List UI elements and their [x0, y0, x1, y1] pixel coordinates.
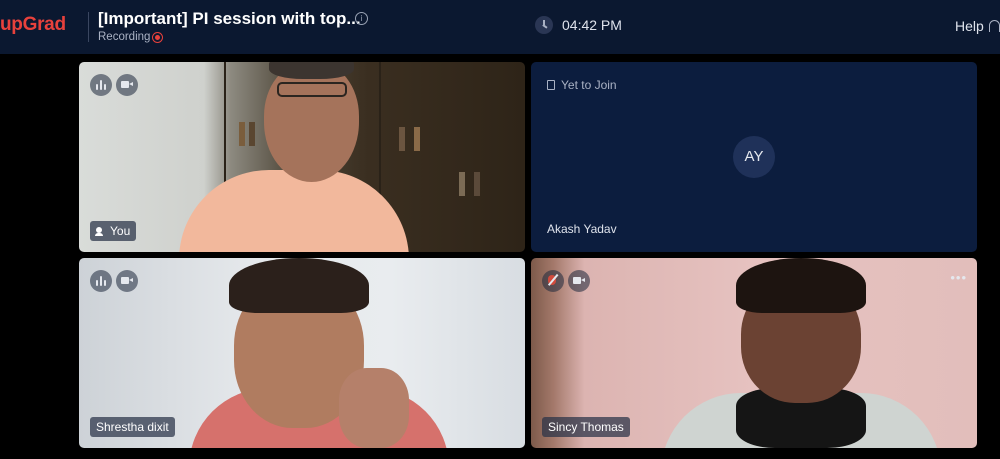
audio-level-icon[interactable] — [90, 74, 112, 96]
header-divider — [88, 12, 89, 42]
headset-icon[interactable] — [989, 20, 1000, 32]
help-button[interactable]: Help — [955, 18, 984, 34]
participant-name: Shrestha dixit — [90, 417, 175, 437]
camera-icon[interactable] — [116, 74, 138, 96]
video-feed — [79, 62, 525, 252]
meeting-title: [Important] PI session with top... — [98, 9, 361, 28]
more-options-icon[interactable]: ••• — [950, 270, 967, 285]
brand-logo: upGrad — [0, 14, 66, 35]
participant-name: Sincy Thomas — [542, 417, 630, 437]
mic-muted-icon[interactable] — [542, 270, 564, 292]
clock-icon — [535, 16, 553, 34]
door-icon — [547, 80, 555, 90]
info-icon[interactable]: i — [355, 12, 368, 25]
avatar: AY — [733, 136, 775, 178]
video-tile-shrestha-dixit[interactable]: Shrestha dixit — [79, 258, 525, 448]
video-tile-sincy-thomas[interactable]: ••• Sincy Thomas — [531, 258, 977, 448]
speaker-icon — [95, 227, 105, 236]
recording-label: Recording — [98, 31, 151, 43]
header-bar: upGrad [Important] PI session with top..… — [0, 0, 1000, 54]
video-tile-you[interactable]: You — [79, 62, 525, 252]
camera-icon[interactable] — [116, 270, 138, 292]
participant-name: You — [90, 221, 137, 241]
audio-level-icon[interactable] — [90, 270, 112, 292]
camera-icon[interactable] — [568, 270, 590, 292]
participant-name: Akash Yadav — [547, 222, 617, 236]
join-status: Yet to Join — [547, 78, 617, 92]
meeting-time: 04:42 PM — [562, 17, 622, 33]
video-tile-akash-yadav[interactable]: Yet to Join AY Akash Yadav — [531, 62, 977, 252]
recording-icon — [152, 32, 163, 43]
